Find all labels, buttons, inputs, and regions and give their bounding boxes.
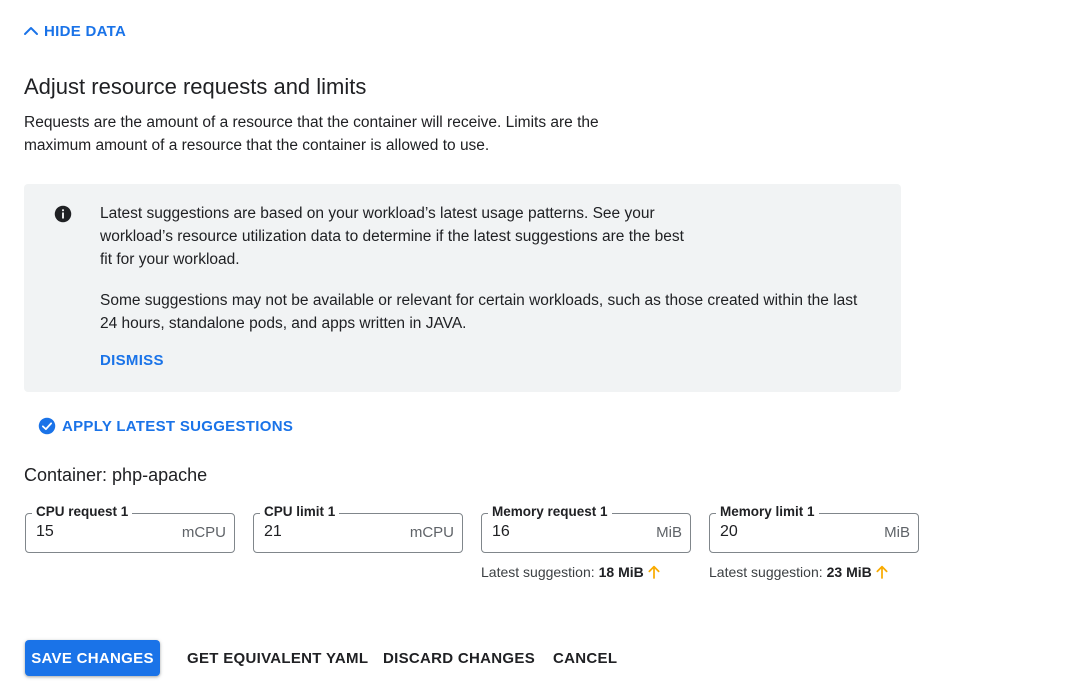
suggestion-prefix: Latest suggestion: xyxy=(481,564,595,580)
memory-limit-value[interactable]: 20 xyxy=(720,523,738,541)
hide-data-toggle[interactable]: HIDE DATA xyxy=(22,22,126,40)
discard-changes-button[interactable]: DISCARD CHANGES xyxy=(383,640,535,676)
dismiss-button[interactable]: DISMISS xyxy=(100,352,164,369)
info-icon xyxy=(54,205,72,223)
info-banner: Latest suggestions are based on your wor… xyxy=(24,184,901,392)
save-changes-button[interactable]: SAVE CHANGES xyxy=(25,640,160,676)
memory-limit-unit: MiB xyxy=(884,524,910,541)
cpu-request-label: CPU request 1 xyxy=(32,504,133,519)
cpu-limit-unit: mCPU xyxy=(409,524,454,541)
memory-request-label: Memory request 1 xyxy=(488,504,612,519)
arrow-up-icon xyxy=(648,565,660,579)
apply-suggestions-label: APPLY LATEST SUGGESTIONS xyxy=(62,417,294,435)
cpu-limit-label: CPU limit 1 xyxy=(260,504,340,519)
banner-text-suggestions: Latest suggestions are based on your wor… xyxy=(100,205,684,268)
arrow-up-icon xyxy=(876,565,888,579)
cpu-request-field[interactable]: CPU request 1 15 mCPU xyxy=(25,504,235,553)
memory-limit-field[interactable]: Memory limit 1 20 MiB xyxy=(709,504,919,553)
page-description: Requests are the amount of a resource th… xyxy=(24,114,599,154)
cpu-request-value[interactable]: 15 xyxy=(36,523,54,541)
cpu-limit-value[interactable]: 21 xyxy=(264,523,282,541)
suggestion-prefix: Latest suggestion: xyxy=(709,564,823,580)
chevron-up-icon xyxy=(24,27,38,35)
memory-request-unit: MiB xyxy=(656,524,682,541)
memory-limit-label: Memory limit 1 xyxy=(716,504,819,519)
suggestion-value: 23 MiB xyxy=(826,564,872,580)
memory-request-field[interactable]: Memory request 1 16 MiB xyxy=(481,504,691,553)
container-heading: Container: php-apache xyxy=(24,465,208,485)
suggestion-value: 18 MiB xyxy=(598,564,644,580)
memory-request-value[interactable]: 16 xyxy=(492,523,510,541)
get-yaml-button[interactable]: GET EQUIVALENT YAML xyxy=(187,640,368,676)
cpu-request-unit: mCPU xyxy=(181,524,226,541)
apply-suggestions-button[interactable]: APPLY LATEST SUGGESTIONS xyxy=(38,417,293,435)
cpu-limit-field[interactable]: CPU limit 1 21 mCPU xyxy=(253,504,463,553)
memory-request-suggestion: Latest suggestion: 18 MiB xyxy=(481,564,662,580)
memory-limit-suggestion: Latest suggestion: 23 MiB xyxy=(709,564,890,580)
hide-data-label: HIDE DATA xyxy=(44,22,127,40)
cancel-button[interactable]: CANCEL xyxy=(553,640,617,676)
check-circle-icon xyxy=(38,417,56,435)
page-title: Adjust resource requests and limits xyxy=(24,74,367,99)
banner-text-availability: Some suggestions may not be available or… xyxy=(100,292,858,332)
